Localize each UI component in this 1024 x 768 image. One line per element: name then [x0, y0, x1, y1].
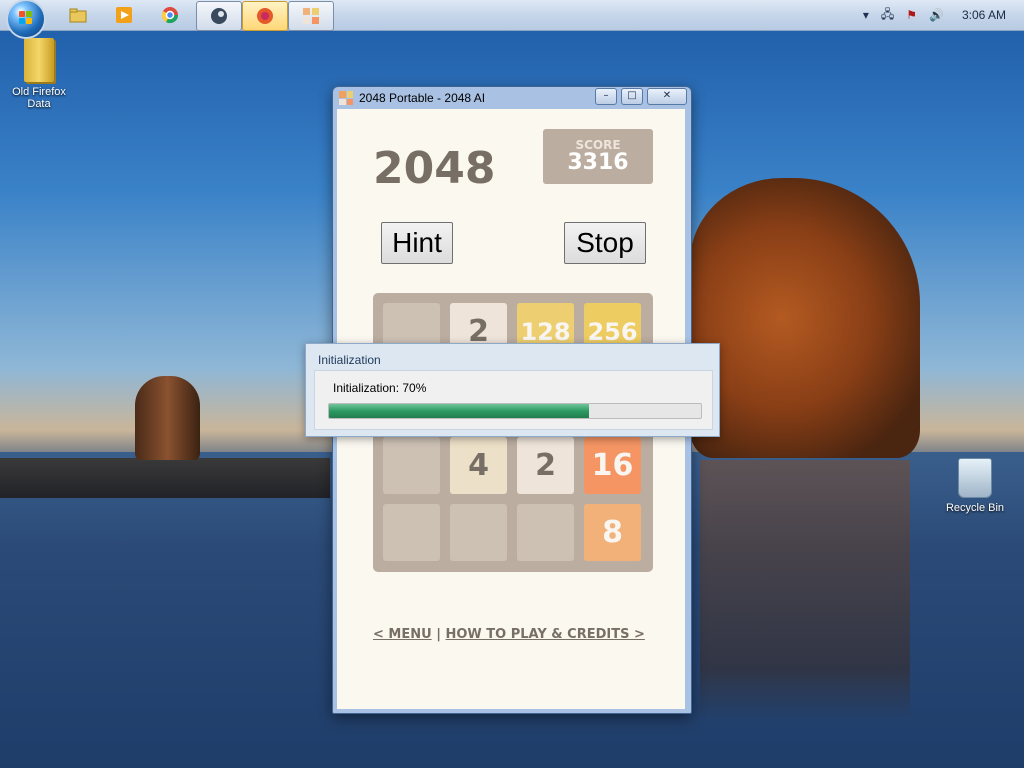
shoreline	[0, 458, 330, 498]
desktop-icon-old-firefox-data[interactable]: Old Firefox Data	[6, 38, 72, 110]
close-button[interactable]: ✕	[647, 88, 687, 105]
maximize-button[interactable]: □	[621, 88, 643, 105]
dialog-title: Initialization	[318, 353, 381, 367]
score-value: 3316	[567, 150, 629, 175]
media-player-icon[interactable]	[112, 3, 136, 27]
small-rock	[135, 376, 200, 460]
windows-logo-icon	[19, 11, 33, 25]
system-tray: ▾ 🖧 ⚑ 🔊 3:06 AM	[857, 0, 1024, 30]
board-cell	[383, 437, 440, 494]
hint-button[interactable]: Hint	[381, 222, 453, 264]
taskbar-steam-button[interactable]	[196, 1, 242, 31]
board-cell	[450, 504, 507, 561]
taskbar-2048-button[interactable]	[288, 1, 334, 31]
progress-bar	[328, 403, 702, 419]
large-rock	[690, 178, 920, 458]
game-title: 2048	[373, 143, 496, 194]
how-to-play-link[interactable]: HOW TO PLAY & CREDITS >	[445, 627, 644, 642]
score-box: SCORE 3316	[543, 129, 653, 184]
window-title: 2048 Portable - 2048 AI	[359, 91, 486, 105]
stop-button[interactable]: Stop	[564, 222, 646, 264]
link-separator: |	[436, 627, 441, 642]
2048-icon	[303, 8, 319, 24]
footer-links: < MENU | HOW TO PLAY & CREDITS >	[373, 627, 645, 642]
firefox-icon	[257, 8, 273, 24]
board-cell	[517, 504, 574, 561]
minimize-button[interactable]: –	[595, 88, 617, 105]
progress-fill	[329, 404, 590, 418]
tile-8: 8	[584, 504, 641, 561]
recycle-bin-icon	[958, 458, 992, 498]
tile-16: 16	[584, 437, 641, 494]
tile-2: 2	[517, 437, 574, 494]
start-button[interactable]	[8, 1, 44, 37]
menu-link[interactable]: < MENU	[373, 627, 432, 642]
desktop-icon-label: Old Firefox Data	[12, 86, 66, 110]
folder-icon	[24, 38, 54, 82]
2048-app-icon	[339, 91, 353, 105]
taskbar: ▾ 🖧 ⚑ 🔊 3:06 AM	[0, 0, 1024, 37]
rock-reflection	[700, 460, 910, 720]
network-icon[interactable]: 🖧	[881, 5, 894, 26]
tray-expand-icon[interactable]: ▾	[863, 8, 869, 22]
chrome-icon[interactable]	[158, 3, 182, 27]
dialog-body: Initialization: 70%	[314, 370, 713, 430]
clock[interactable]: 3:06 AM	[962, 8, 1006, 22]
desktop-icon-label: Recycle Bin	[945, 502, 1005, 514]
volume-icon[interactable]: 🔊	[929, 8, 944, 22]
initialization-dialog: Initialization Initialization: 70%	[305, 343, 720, 437]
explorer-icon[interactable]	[66, 3, 90, 27]
tile-4: 4	[450, 437, 507, 494]
taskbar-firefox-button[interactable]	[242, 1, 288, 31]
dialog-message: Initialization: 70%	[333, 381, 427, 395]
board-cell	[383, 504, 440, 561]
steam-icon	[211, 8, 227, 24]
action-center-icon[interactable]: ⚑	[906, 8, 917, 22]
desktop-icon-recycle-bin[interactable]: Recycle Bin	[942, 458, 1008, 514]
